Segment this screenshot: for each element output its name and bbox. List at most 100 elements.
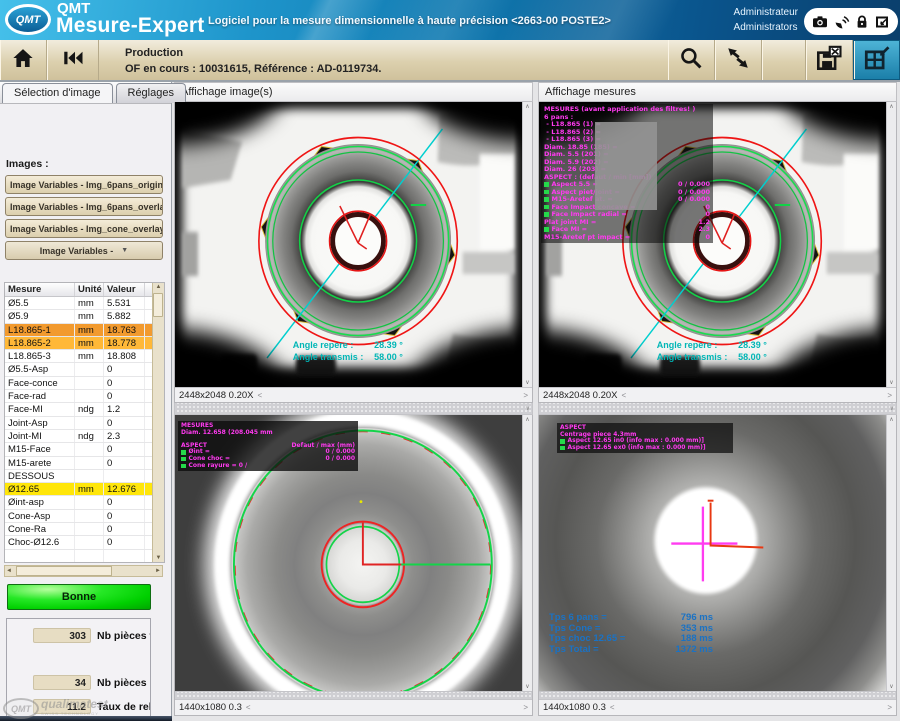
table-row[interactable]: Ø5.5-Asp0: [5, 363, 152, 376]
scroll-right-icon[interactable]: >: [887, 391, 892, 400]
table-row[interactable]: Joint-MIndg2.3: [5, 430, 152, 443]
table-row[interactable]: Choc-Ø12.60: [5, 536, 152, 549]
left-panel: Sélection d'image Réglages Images : Imag…: [0, 82, 172, 721]
tab-selection-image[interactable]: Sélection d'image: [2, 83, 113, 103]
scroll-up-icon: ▲: [156, 284, 162, 290]
horizontal-scroll-strip[interactable]: ∨: [174, 403, 533, 415]
scroll-left-icon[interactable]: <: [257, 391, 262, 400]
table-row[interactable]: Face-MIndg1.2: [5, 403, 152, 416]
image-status-row: 2448x2048 0.20X < >: [539, 387, 896, 402]
image-size-zoom-label: 2448x2048 0.20X: [543, 390, 617, 401]
window-resize-icon[interactable]: [874, 14, 891, 30]
table-row[interactable]: Øint-asp0: [5, 496, 152, 509]
viewer-right-header: Affichage mesures: [538, 82, 897, 102]
layout-button[interactable]: [853, 40, 900, 80]
image-canvas-bottom-view[interactable]: ASPECTCentrage piece 4.3mmAspect 12.65 i…: [539, 415, 896, 691]
home-icon: [11, 47, 35, 74]
user-block: Administrateur Administrators: [734, 5, 798, 35]
search-icon: [679, 46, 703, 75]
qmt-watermark-logo: QMT: [3, 698, 39, 719]
user-group: Administrators: [734, 20, 798, 35]
of-line: OF en cours : 10031615, Référence : AD-0…: [125, 61, 668, 77]
status-square-icon: [560, 439, 565, 444]
app-window: QMT QMT Mesure-Expert Logiciel pour la m…: [0, 0, 900, 721]
home-button[interactable]: [0, 40, 47, 80]
scrollbar-thumb[interactable]: [153, 293, 163, 317]
table-row[interactable]: Cone-Asp0: [5, 510, 152, 523]
table-row[interactable]: Joint-Asp0: [5, 417, 152, 430]
horizontal-scroll-strip[interactable]: ∨: [538, 403, 897, 415]
image-status-row: 2448x2048 0.20X < >: [175, 387, 532, 402]
table-row[interactable]: Face-rad0: [5, 390, 152, 403]
main-toolbar: Production OF en cours : 10031615, Référ…: [0, 40, 900, 82]
image-dropdown-1[interactable]: Image Variables - Img_6pans_origine▼: [5, 175, 163, 194]
table-row[interactable]: M15-Face0: [5, 443, 152, 456]
expand-button[interactable]: [715, 40, 762, 80]
table-row[interactable]: Ø5.9mm5.882: [5, 310, 152, 323]
broadcast-icon[interactable]: [833, 14, 851, 30]
tab-reglages[interactable]: Réglages: [116, 83, 186, 103]
vertical-scrollbar[interactable]: ∧∨: [522, 102, 532, 387]
content-area: Sélection d'image Réglages Images : Imag…: [0, 82, 900, 721]
save-image-button[interactable]: [806, 40, 853, 80]
table-row[interactable]: Ø5.5mm5.531: [5, 297, 152, 310]
vertical-scrollbar[interactable]: ∧∨: [522, 415, 532, 691]
viewer-bottom-left: MESURESDiam. 12.658 (208.045 mmASPECTDef…: [174, 415, 533, 716]
table-row[interactable]: L18.865-3mm18.808: [5, 350, 152, 363]
rewind-button[interactable]: [47, 40, 99, 80]
horizontal-scroll-strip[interactable]: [539, 691, 896, 699]
viewer-grid: Affichage image(s) Angle repere :28.39 °…: [172, 82, 900, 721]
camera-icon[interactable]: [811, 14, 829, 30]
table-row[interactable]: Face-conce0: [5, 377, 152, 390]
horizontal-scroll-strip[interactable]: [175, 691, 532, 699]
image-dropdown-4[interactable]: Image Variables -▼: [5, 241, 163, 260]
image-canvas-cone-overlay[interactable]: MESURESDiam. 12.658 (208.045 mmASPECTDef…: [175, 415, 532, 691]
search-button[interactable]: [668, 40, 715, 80]
table-horizontal-scrollbar[interactable]: ◄ ►: [4, 565, 163, 577]
image-dropdown-2[interactable]: Image Variables - Img_6pans_overlay▼: [5, 197, 163, 216]
table-row[interactable]: Ø12.65mm12.676: [5, 483, 152, 496]
scroll-left-icon[interactable]: <: [621, 391, 626, 400]
scroll-right-icon[interactable]: >: [887, 703, 892, 712]
table-vertical-scrollbar[interactable]: ▲ ▼: [152, 283, 164, 562]
scrollbar-thumb[interactable]: [16, 566, 112, 576]
overlay-gray-panel: [595, 122, 657, 210]
viewer-column-images: Affichage image(s) Angle repere :28.39 °…: [174, 82, 533, 721]
app-subtitle: Mesure-Expert: [56, 14, 204, 38]
image-dropdown-3[interactable]: Image Variables - Img_cone_overlay▼: [5, 219, 163, 238]
status-square-icon: [560, 446, 565, 451]
image-size-zoom-label: 2448x2048 0.20X: [179, 390, 253, 401]
table-row[interactable]: [5, 550, 152, 563]
rewind-icon: [60, 48, 86, 73]
scroll-left-icon[interactable]: <: [246, 703, 251, 712]
image-canvas-hex-overlay[interactable]: MESURES (avant application des filtres! …: [539, 102, 896, 387]
status-badge-bonne: Bonne: [7, 584, 151, 610]
bad-pieces-value: 34: [33, 675, 91, 690]
scroll-left-icon[interactable]: <: [610, 703, 615, 712]
status-square-icon: [544, 227, 549, 232]
stat-row-total: 303 Nb pièces total: [33, 628, 150, 643]
measure-table-body: Ø5.5mm5.531Ø5.9mm5.882L18.865-1mm18.763L…: [5, 297, 152, 563]
table-row[interactable]: L18.865-2mm18.778: [5, 337, 152, 350]
app-tagline: Logiciel pour la mesure dimensionnelle à…: [208, 15, 611, 27]
job-info: Production OF en cours : 10031615, Référ…: [99, 40, 668, 80]
image-canvas-hex-origin[interactable]: Angle repere :28.39 °Angle transmis :58.…: [175, 102, 532, 387]
toolbar-spacer: [762, 40, 806, 80]
image-status-row: 1440x1080 0.3 < >: [539, 699, 896, 715]
table-row[interactable]: L18.865-1mm18.763: [5, 324, 152, 337]
angle-annotations: Angle repere :28.39 °Angle transmis :58.…: [657, 339, 781, 363]
lock-icon[interactable]: [854, 14, 870, 30]
measure-table-header: Mesure Unité Valeur: [5, 283, 152, 297]
table-row[interactable]: DESSOUS: [5, 470, 152, 483]
vertical-scrollbar[interactable]: ∧∨: [886, 102, 896, 387]
scroll-right-icon[interactable]: >: [523, 703, 528, 712]
mesures-overlay: MESURESDiam. 12.658 (208.045 mmASPECTDef…: [178, 421, 358, 471]
aspect-overlay: ASPECTCentrage piece 4.3mmAspect 12.65 i…: [557, 423, 733, 453]
mode-label: Production: [125, 45, 668, 61]
table-row[interactable]: Cone-Ra0: [5, 523, 152, 536]
scroll-right-icon[interactable]: >: [523, 391, 528, 400]
vertical-scrollbar[interactable]: ∧∨: [886, 415, 896, 691]
table-row[interactable]: M15-arete0: [5, 457, 152, 470]
viewer-top-right: MESURES (avant application des filtres! …: [538, 102, 897, 403]
chevron-down-icon: ▼: [121, 247, 128, 254]
